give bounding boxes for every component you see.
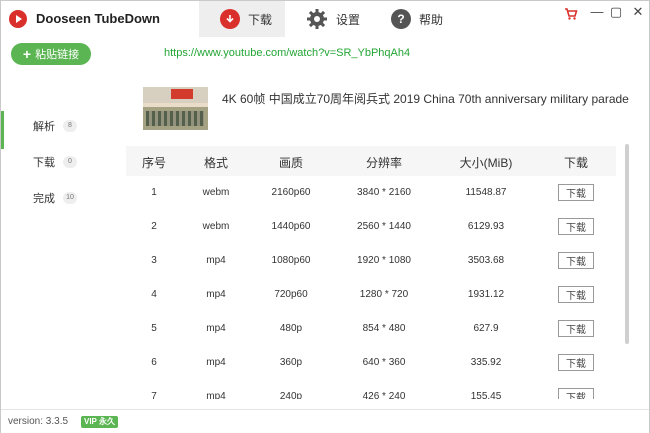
cell-format: mp4	[206, 289, 226, 300]
cell-quality: 1440p60	[271, 221, 311, 232]
header-quality: 画质	[278, 156, 303, 170]
header-index: 序号	[141, 156, 166, 170]
download-button[interactable]: 下载	[558, 388, 594, 399]
status-bar: version: 3.3.5 VIP 永久	[1, 409, 649, 433]
cell-size: 3503.68	[467, 255, 505, 266]
sidebar-item-label: 下载	[33, 157, 55, 169]
version-text: version: 3.3.5	[8, 416, 69, 427]
cell-size: 155.45	[470, 391, 502, 399]
cell-index: 2	[151, 221, 157, 232]
table-row: 5 mp4 480p 854 * 480 627.9 下载	[126, 312, 616, 346]
sidebar-item-download[interactable]: 下载 0	[1, 143, 111, 181]
sidebar: 解析 8 下载 0 完成 10	[1, 101, 121, 221]
cell-size: 11548.87	[465, 187, 507, 198]
cell-resolution: 1280 * 720	[359, 289, 409, 300]
table-row: 7 mp4 240p 426 * 240 155.45 下载	[126, 380, 616, 399]
cell-quality: 1080p60	[271, 255, 311, 266]
header-resolution: 分辨率	[365, 156, 402, 170]
video-thumbnail	[143, 87, 208, 130]
count-badge: 10	[63, 192, 77, 204]
count-badge: 0	[63, 156, 77, 168]
tab-help[interactable]: ? 帮助	[391, 1, 451, 37]
format-table: 序号 格式 画质 分辨率 大小(MiB) 下载 1 webm 2160p60 3…	[126, 146, 616, 399]
cell-resolution: 640 * 360	[362, 357, 406, 368]
cell-quality: 360p	[279, 357, 303, 368]
cell-format: webm	[202, 221, 230, 232]
cell-quality: 240p	[279, 391, 303, 399]
cell-resolution: 2560 * 1440	[357, 221, 411, 232]
table-row: 2 webm 1440p60 2560 * 1440 6129.93 下载	[126, 210, 616, 244]
paste-link-label: 粘贴链接	[35, 49, 80, 61]
cell-index: 1	[151, 187, 157, 198]
app-logo-icon	[9, 10, 27, 28]
sidebar-item-label: 解析	[33, 121, 55, 133]
cell-index: 4	[151, 289, 157, 300]
table-row: 1 webm 2160p60 3840 * 2160 11548.87 下载	[126, 176, 616, 210]
header-size: 大小(MiB)	[459, 156, 513, 170]
count-badge: 8	[63, 120, 77, 132]
gear-icon	[307, 9, 327, 29]
download-button[interactable]: 下载	[558, 184, 594, 201]
cell-size: 1931.12	[467, 289, 505, 300]
download-button[interactable]: 下载	[558, 252, 594, 269]
app-title: Dooseen TubeDown	[36, 11, 160, 26]
cell-index: 6	[151, 357, 157, 368]
tab-settings-label: 设置	[336, 12, 361, 27]
download-button[interactable]: 下载	[558, 320, 594, 337]
tab-download[interactable]: 下载	[199, 1, 285, 37]
header-format: 格式	[203, 156, 228, 170]
cell-resolution: 3840 * 2160	[357, 187, 411, 198]
cell-index: 3	[151, 255, 157, 266]
cart-icon[interactable]	[564, 7, 578, 21]
tab-help-label: 帮助	[419, 12, 444, 27]
sidebar-item-label: 完成	[33, 193, 55, 205]
download-button[interactable]: 下载	[558, 354, 594, 371]
table-row: 6 mp4 360p 640 * 360 335.92 下载	[126, 346, 616, 380]
table-scrollbar[interactable]	[625, 144, 629, 344]
video-url: https://www.youtube.com/watch?v=SR_YbPhq…	[164, 47, 411, 59]
vip-badge: VIP 永久	[81, 416, 118, 428]
cell-resolution: 854 * 480	[362, 323, 406, 334]
cell-quality: 2160p60	[271, 187, 311, 198]
tab-settings[interactable]: 设置	[301, 1, 371, 37]
cell-format: mp4	[206, 255, 226, 266]
cell-resolution: 1920 * 1080	[357, 255, 411, 266]
sidebar-item-done[interactable]: 完成 10	[1, 179, 111, 217]
cell-format: mp4	[206, 357, 226, 368]
close-icon[interactable]: ✕	[631, 5, 645, 19]
sidebar-item-analyze[interactable]: 解析 8	[1, 107, 111, 149]
maximize-icon[interactable]: ▢	[609, 5, 623, 19]
header-download: 下载	[563, 156, 588, 170]
cell-resolution: 426 * 240	[362, 391, 406, 399]
plus-icon: +	[22, 46, 32, 62]
video-title: 4K 60帧 中国成立70周年阅兵式 2019 China 70th anniv…	[222, 92, 629, 106]
cell-quality: 720p60	[274, 289, 308, 300]
cell-quality: 480p	[279, 323, 303, 334]
download-button[interactable]: 下载	[558, 286, 594, 303]
table-row: 3 mp4 1080p60 1920 * 1080 3503.68 下载	[126, 244, 616, 278]
cell-index: 5	[151, 323, 157, 334]
cell-size: 627.9	[473, 323, 499, 334]
cell-format: webm	[202, 187, 230, 198]
title-bar: Dooseen TubeDown 下载 设置 ? 帮助 — ▢ ✕	[1, 1, 649, 37]
table-header: 序号 格式 画质 分辨率 大小(MiB) 下载	[126, 146, 616, 176]
cell-index: 7	[151, 391, 157, 399]
cell-size: 335.92	[470, 357, 502, 368]
paste-link-button[interactable]: + 粘贴链接	[11, 43, 91, 65]
table-row: 4 mp4 720p60 1280 * 720 1931.12 下载	[126, 278, 616, 312]
app-window: Dooseen TubeDown 下载 设置 ? 帮助 — ▢ ✕ + 粘贴链接…	[0, 0, 650, 433]
download-icon	[220, 9, 240, 29]
tab-download-label: 下载	[248, 12, 273, 27]
cell-format: mp4	[206, 391, 226, 399]
cell-format: mp4	[206, 323, 226, 334]
minimize-icon[interactable]: —	[590, 5, 604, 19]
cell-size: 6129.93	[467, 221, 505, 232]
help-icon: ?	[391, 9, 411, 29]
download-button[interactable]: 下载	[558, 218, 594, 235]
